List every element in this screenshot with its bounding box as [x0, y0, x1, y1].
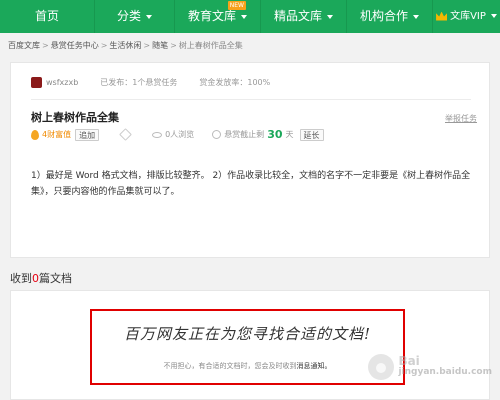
top-nav: 首页 分类 教育文库 NEW 精品文库 机构合作 文库VIP [0, 0, 500, 33]
nav-partnership-label: 机构合作 [359, 9, 408, 23]
breadcrumb-separator: > [143, 41, 151, 50]
notice-subtext-body: 不用担心，有合适的文档时，您会及时收到 [163, 362, 297, 370]
paw-logo-icon [368, 354, 395, 380]
task-meta: wsfxzxb 已发布：1个悬赏任务 赏金发放率：100% [31, 77, 270, 88]
nav-education-library[interactable]: 教育文库 NEW [175, 0, 261, 33]
nav-category[interactable]: 分类 [95, 0, 175, 33]
published-count: 已发布：1个悬赏任务 [100, 78, 178, 87]
breadcrumb-item[interactable]: 随笔 [152, 41, 168, 50]
breadcrumb-item[interactable]: 生活休闲 [109, 41, 141, 50]
avatar[interactable] [31, 77, 42, 88]
breadcrumb-item[interactable]: 百度文库 [8, 41, 40, 50]
chevron-down-icon [146, 14, 152, 19]
nav-premium-library[interactable]: 精品文库 [261, 0, 347, 33]
deadline-label: 悬赏截止剩 [224, 130, 265, 139]
notice-title: 百万网友正在为您寻找合适的文档! [123, 325, 372, 343]
breadcrumb-separator: > [170, 41, 177, 50]
task-description: 1）最好是 Word 格式文档，排版比较整齐。 2）作品收录比较全，文档的名字不… [31, 171, 471, 197]
chevron-down-icon [241, 14, 247, 19]
nav-home-label: 首页 [34, 9, 59, 23]
received-number: 0 [32, 272, 39, 285]
received-suffix: 篇文档 [39, 272, 72, 285]
empty-notice: 百万网友正在为您寻找合适的文档! 不用担心，有合适的文档时，您会及时收到消息通知… [90, 309, 405, 385]
username[interactable]: wsfxzxb [46, 78, 78, 87]
divider [31, 99, 471, 100]
notice-subtext: 不用担心，有合适的文档时，您会及时收到消息通知。 [92, 361, 403, 371]
watermark-line1: Bai [398, 354, 420, 368]
breadcrumb-separator: > [42, 41, 49, 50]
received-prefix: 收到 [10, 272, 32, 285]
new-badge: NEW [227, 1, 246, 10]
tag-icon [119, 128, 132, 141]
received-count: 收到0篇文档 [10, 270, 72, 286]
nav-category-label: 分类 [116, 9, 141, 23]
eye-icon [152, 131, 163, 138]
chevron-down-icon [413, 14, 419, 19]
extend-button[interactable]: 延长 [299, 128, 324, 141]
nav-home[interactable]: 首页 [0, 0, 95, 33]
view-count: 0人浏览 [165, 130, 195, 139]
watermark: Bai jingyan.baidu.com [368, 354, 492, 380]
nav-premium-label: 精品文库 [273, 9, 322, 23]
chevron-down-icon [327, 14, 333, 19]
nav-vip-label: 文库VIP [450, 11, 486, 22]
reward-row: 4财富值 追加 0人浏览 悬赏截止剩 30 天 延长 [31, 128, 324, 141]
breadcrumb: 百度文库 > 悬赏任务中心 > 生活休闲 > 随笔 > 树上春树作品全集 [8, 40, 243, 51]
nav-vip[interactable]: 文库VIP [433, 0, 500, 33]
reward-amount: 4财富值 [42, 130, 72, 139]
crown-icon [436, 11, 448, 21]
task-card: wsfxzxb 已发布：1个悬赏任务 赏金发放率：100% 树上春树作品全集 举… [10, 62, 490, 258]
breadcrumb-current: 树上春树作品全集 [178, 41, 243, 50]
days-unit: 天 [285, 130, 294, 139]
task-title: 树上春树作品全集 [31, 111, 119, 124]
clock-icon [212, 130, 222, 139]
watermark-line2: jingyan.baidu.com [398, 367, 492, 377]
report-task-link[interactable]: 举报任务 [445, 113, 477, 124]
nav-education-label: 教育文库 [187, 9, 236, 23]
wealth-icon [31, 129, 39, 140]
breadcrumb-item[interactable]: 悬赏任务中心 [51, 41, 99, 50]
watermark-text: Bai jingyan.baidu.com [398, 354, 492, 378]
message-notification-link[interactable]: 消息通知。 [297, 362, 332, 370]
add-reward-button[interactable]: 追加 [75, 128, 100, 141]
nav-partnership[interactable]: 机构合作 [347, 0, 433, 33]
days-remaining: 30 [267, 128, 283, 141]
breadcrumb-separator: > [100, 41, 108, 50]
chevron-down-icon [490, 14, 497, 18]
adoption-rate: 赏金发放率：100% [199, 78, 271, 87]
